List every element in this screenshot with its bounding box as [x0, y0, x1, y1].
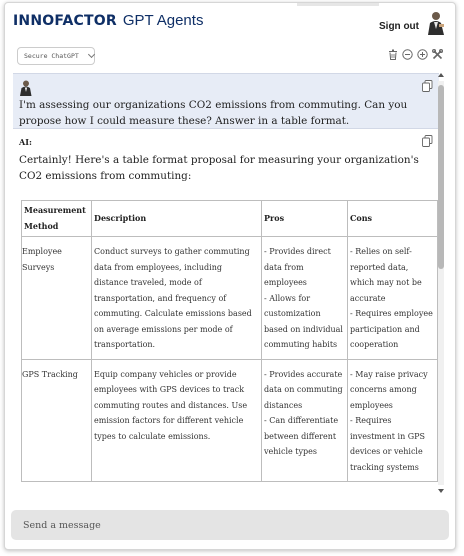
app-window: INNOFACTOR GPT Agents Sign out Secure Ch… [4, 2, 456, 550]
model-select[interactable]: Secure ChatGPT [17, 47, 95, 65]
table-header: Pros [261, 200, 348, 237]
message-input[interactable]: Send a message [11, 510, 449, 540]
message-input-placeholder: Send a message [23, 519, 101, 531]
copy-icon[interactable] [422, 135, 433, 147]
user-message-text: I'm assessing our organizations CO2 emis… [19, 99, 408, 127]
scrollbar[interactable] [437, 73, 445, 493]
brand: INNOFACTOR GPT Agents [13, 12, 203, 29]
toolbar: Secure ChatGPT [5, 43, 455, 71]
app-title: GPT Agents [122, 12, 204, 29]
pros-item: - Provides accurate data on commuting di… [264, 369, 343, 410]
table-cell-description: Conduct surveys to gather commuting data… [91, 236, 262, 360]
table-header-row: Measurement Method Description Pros Cons [21, 200, 438, 237]
ai-message-text: Certainly! Here's a table format proposa… [19, 154, 419, 182]
user-avatar[interactable] [425, 11, 445, 35]
scroll-thumb[interactable] [438, 85, 444, 269]
table-cell-description: Equip company vehicles or provide employ… [91, 358, 262, 482]
table-row: GPS Tracking Equip company vehicles or p… [21, 358, 438, 482]
user-message: I'm assessing our organizations CO2 emis… [13, 73, 439, 129]
sign-out-button[interactable]: Sign out [379, 21, 419, 32]
model-select-value: Secure ChatGPT [24, 52, 79, 60]
plus-circle-icon[interactable] [417, 49, 428, 60]
tools-icon[interactable] [432, 49, 443, 60]
scroll-up-arrow-icon[interactable] [438, 73, 444, 77]
pros-item: - Allows for customization based on indi… [264, 293, 343, 350]
cons-item: - May raise privacy concerns among emplo… [350, 369, 428, 410]
conversation-area[interactable]: I'm assessing our organizations CO2 emis… [13, 73, 439, 493]
header: INNOFACTOR GPT Agents Sign out [5, 3, 455, 41]
table-header: Measurement Method [21, 200, 92, 237]
brand-logo: INNOFACTOR [13, 13, 117, 29]
pros-item: - Can differentiate between different ve… [264, 416, 339, 456]
trash-icon[interactable] [388, 49, 398, 60]
table-cell-pros: - Provides accurate data on commuting di… [261, 358, 348, 482]
table-cell-cons: - Relies on self-reported data, which ma… [347, 236, 438, 360]
cons-item: - Requires investment in GPS devices or … [350, 416, 426, 472]
ai-message: AI: Certainly! Here's a table format pro… [13, 129, 439, 482]
measurement-table: Measurement Method Description Pros Cons… [21, 200, 438, 482]
copy-icon[interactable] [422, 80, 433, 92]
scroll-down-arrow-icon[interactable] [438, 489, 444, 493]
ai-label: AI: [19, 137, 32, 147]
pros-item: - Provides direct data from employees [264, 247, 331, 287]
table-header: Description [91, 200, 262, 237]
table-cell-method: Employee Surveys [21, 236, 92, 360]
table-row: Employee Surveys Conduct surveys to gath… [21, 236, 438, 360]
chevron-down-icon [87, 50, 95, 59]
toolbar-icons [388, 49, 443, 60]
table-cell-cons: - May raise privacy concerns among emplo… [347, 358, 438, 482]
minus-circle-icon[interactable] [402, 49, 413, 60]
user-message-avatar [20, 80, 32, 96]
cons-item: - Relies on self-reported data, which ma… [350, 247, 422, 303]
cons-item: - Requires employee participation and co… [350, 309, 433, 349]
table-cell-pros: - Provides direct data from employees - … [261, 236, 348, 360]
table-header: Cons [347, 200, 438, 237]
table-cell-method: GPS Tracking [21, 358, 92, 482]
